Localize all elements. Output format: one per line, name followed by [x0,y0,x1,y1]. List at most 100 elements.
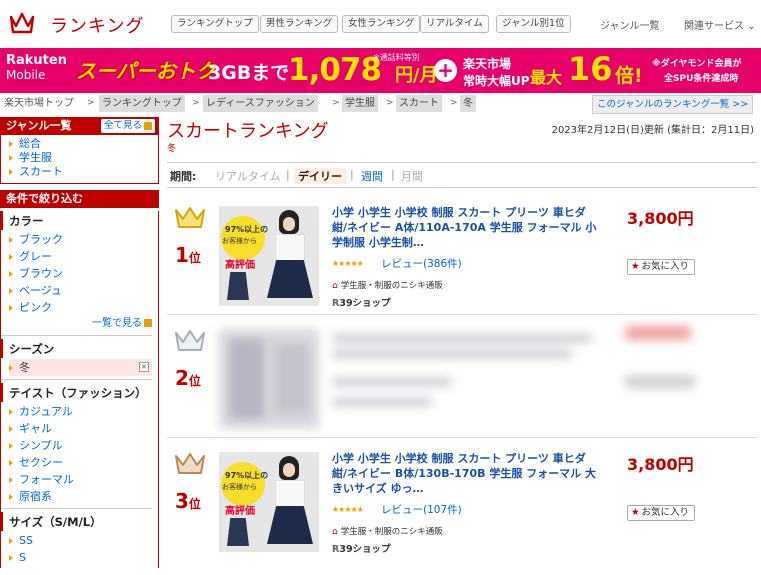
filter-taste-formal[interactable]: フォーマル [9,471,158,488]
nav-genre-first[interactable]: ジャンル別1位 [496,15,571,33]
filter-color-beige[interactable]: ベージュ [9,282,158,299]
tab-weekly[interactable]: 週間 [361,168,383,184]
favorite-button[interactable]: ★ お気に入り [627,259,696,275]
breadcrumb-school-uniform[interactable]: 学生服 [342,95,378,112]
filter-color-brown[interactable]: ブラウン [9,265,158,282]
ranking-item-1: 1位 97%以上の お客様から 高評価 小学 小学生 小学校 制服 スカート プ… [167,193,757,315]
genre-list-link[interactable]: ジャンル一覧 [600,17,660,32]
plus-icon: + [434,59,457,82]
filter-taste-title: テイスト（ファッション） [1,383,158,402]
product-image[interactable]: 97%以上の お客様から 高評価 [219,206,319,306]
rank-number: 2位 [175,366,201,390]
genre-skirt[interactable]: スカート [9,165,158,179]
breadcrumb-winter: 冬 [460,95,476,112]
product-title-link[interactable]: 小学 小学生 小学校 制服 スカート プリーツ 車ヒダ 紺/ネイビー A体/11… [332,205,597,250]
crown-logo-icon[interactable] [8,9,36,37]
thumb-high-rating-text: 高評価 [225,260,255,271]
model-skirt [267,260,313,298]
filter-size-ss[interactable]: SS [9,532,158,549]
filter-taste-sexy[interactable]: セクシー [9,454,158,471]
review-link[interactable]: レビュー(386件) [381,256,462,271]
rank-number: 1位 [175,243,201,267]
banner-always-up: 常時大幅UP [463,74,530,88]
nav-male-ranking[interactable]: 男性ランキング [260,15,339,33]
color-more-link[interactable]: 一覧で見る [9,316,158,332]
filter-header: 条件で絞り込む [0,190,159,208]
banner-times: 16 [568,50,613,88]
filter-color-pink[interactable]: ピンク [9,299,158,316]
related-services-menu[interactable]: 関連サービス ⌄ [684,17,756,32]
product-image[interactable]: 97%以上の お客様から 高評価 [219,452,319,552]
breadcrumb-separator: > [386,98,394,108]
tab-separator: | [391,168,395,181]
filter-season-winter-selected[interactable]: 冬 × [9,359,152,376]
star-rating: ★★★★★ [332,259,364,268]
tab-daily[interactable]: デイリー [294,168,346,184]
ranking-logo-text[interactable]: ランキング [50,12,144,38]
breadcrumb-separator: > [332,98,340,108]
breadcrumb-separator: > [87,98,95,108]
model-shirt [275,480,305,508]
divider [1,335,152,336]
review-link[interactable]: レビュー(107件) [381,502,462,517]
thumb-customer-text: お客様から [222,483,257,491]
product-price: 3,800円 [627,209,694,228]
banner-diamond-note-2: 全SPU条件達成時 [664,74,739,84]
genre-school-uniform[interactable]: 学生服 [9,151,158,165]
banner-price: 1,078 [288,52,382,88]
shop-badge: R39ショップ [332,544,391,555]
product-image-blurred[interactable] [219,329,319,429]
gold-crown-icon [175,207,205,228]
see-all-label: 全て見る [103,120,142,131]
favorite-button[interactable]: ★ お気に入り [627,505,696,521]
nav-female-ranking[interactable]: 女性ランキング [342,15,421,33]
rank-number: 3位 [175,489,201,513]
breadcrumb-ladies-fashion[interactable]: レディースファッション [203,95,318,112]
shop-name-row: ⌂ 学生服・制服のニシキ通販 [332,525,443,537]
product-title-link[interactable]: 小学 小学生 小学校 制服 スカート プリーツ 車ヒダ 紺/ネイビー B体/13… [332,451,597,496]
filter-taste-harajuku[interactable]: 原宿系 [9,488,158,505]
filter-title: 条件で絞り込む [6,192,83,205]
skirt-image [227,518,249,546]
promo-banner[interactable]: Rakuten Mobile スーパーおトク 3GBまで 1,078 ※通話料等別… [0,48,761,93]
favorite-label: お気に入り [641,507,690,518]
banner-bai: 倍! [615,65,643,87]
arrow-square-icon [144,319,152,327]
breadcrumb-skirt[interactable]: スカート [396,95,442,112]
filter-size-s[interactable]: S [9,549,158,566]
banner-unit: 円/月 [395,65,438,86]
breadcrumb-rakuten-top[interactable]: 楽天市場トップ [1,95,77,112]
see-all-button[interactable]: 全て見る [100,119,155,133]
tab-separator: | [350,168,354,181]
sidebar: ジャンル一覧 全て見る 総合 学生服 スカート 条件で絞り込む カラー ブラック… [0,117,159,575]
related-services-label: 関連サービス [684,21,744,32]
filter-taste-gal[interactable]: ギャル [9,420,158,437]
breadcrumb-separator: > [192,98,200,108]
model-face [283,217,295,231]
favorite-label: お気に入り [641,261,690,272]
blurred-shape [274,344,309,414]
star-rating: ★★★★★ [332,505,364,514]
tab-monthly[interactable]: 月間 [401,168,423,184]
filter-taste-simple[interactable]: シンプル [9,437,158,454]
shop-name-link[interactable]: 学生服・制服のニシキ通販 [341,281,443,291]
nav-realtime[interactable]: リアルタイム [420,15,489,33]
shop-name-link[interactable]: 学生服・制服のニシキ通販 [341,527,443,537]
shop-name-row: ⌂ 学生服・制服のニシキ通販 [332,279,443,291]
banner-super: スーパーおトク [76,59,216,83]
shop-house-icon: ⌂ [332,527,338,537]
banner-gb: 3GBまで [208,62,290,84]
ranking-item-2: 2位 [167,316,757,438]
genre-all[interactable]: 総合 [9,137,158,151]
nav-ranking-top[interactable]: ランキングトップ [171,15,259,33]
filter-color-black[interactable]: ブラック [9,231,158,248]
clear-filter-icon[interactable]: × [139,362,149,372]
thumb-high-rating-text: 高評価 [225,506,255,517]
filter-taste-casual[interactable]: カジュアル [9,403,158,420]
tab-realtime[interactable]: リアルタイム [215,168,281,184]
filter-color-gray[interactable]: グレー [9,248,158,265]
model-skirt [267,506,313,544]
filter-season-title: シーズン [1,339,158,358]
breadcrumb-ranking-top[interactable]: ランキングトップ [99,95,185,112]
genre-ranking-list-link[interactable]: このジャンルのランキング一覧 >> [592,95,754,114]
